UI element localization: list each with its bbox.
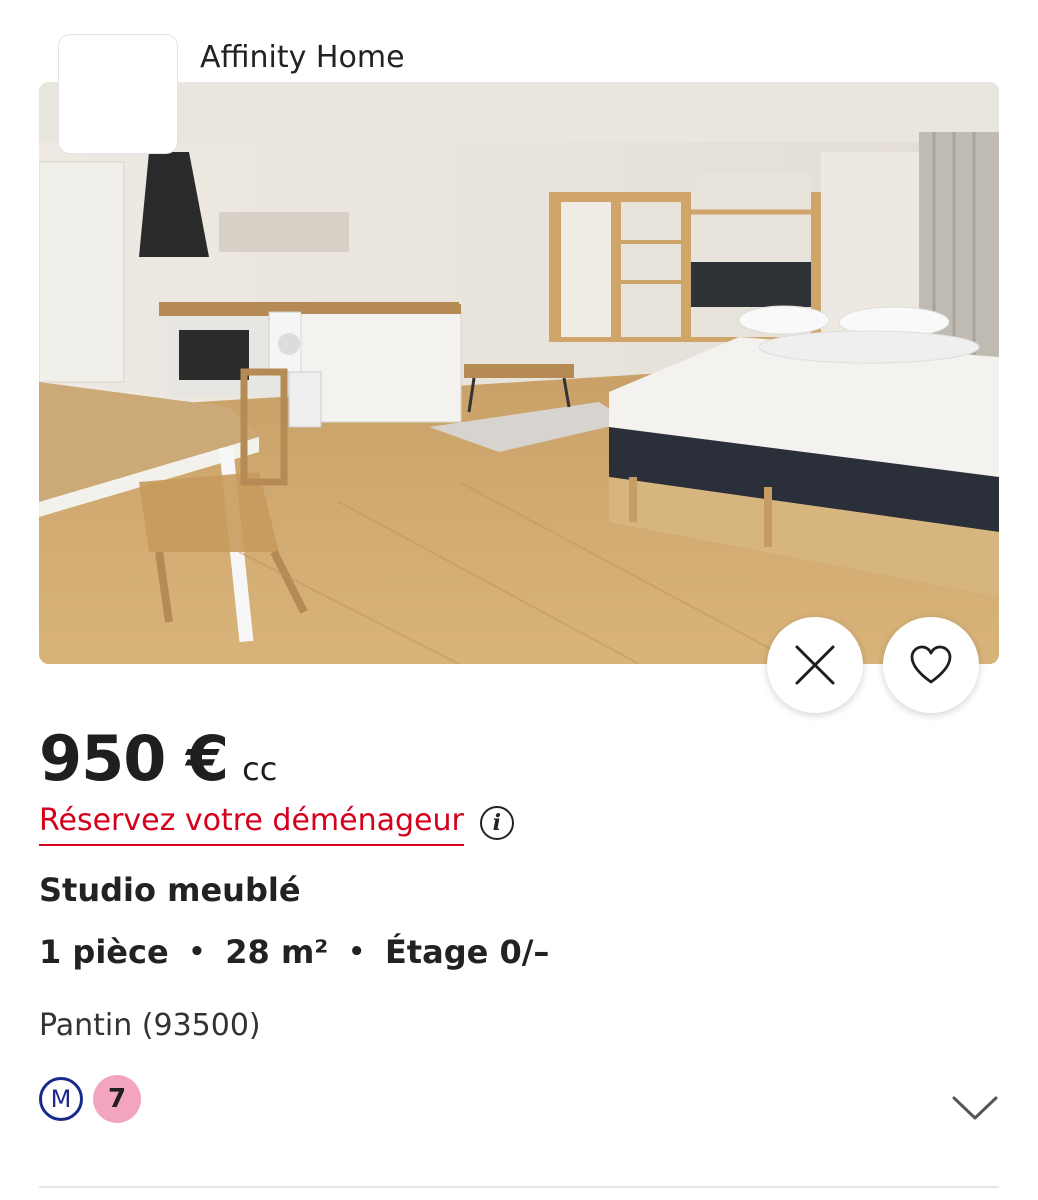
info-icon[interactable]: i	[479, 806, 514, 840]
close-icon	[795, 645, 835, 685]
feature-separator: •	[188, 937, 206, 967]
dismiss-button[interactable]	[767, 617, 863, 713]
chevron-down-icon[interactable]	[950, 1088, 1000, 1124]
feature-separator: •	[348, 937, 365, 967]
feature-floor: Étage 0/–	[384, 933, 550, 971]
book-mover-link[interactable]: Réservez votre déménageur	[39, 800, 464, 846]
transport-lines: M 7	[39, 1075, 141, 1123]
listing-title: Studio meublé	[39, 871, 301, 909]
heart-icon	[910, 645, 952, 684]
listing-photo[interactable]	[39, 82, 999, 664]
listing-location: Pantin (93500)	[39, 1008, 261, 1043]
agency-name: Affinity Home	[200, 40, 405, 75]
divider	[39, 1186, 999, 1188]
listing-features: 1 pièce • 28 m² • Étage 0/–	[39, 930, 549, 974]
mover-row: Réservez votre déménageur i	[39, 800, 514, 846]
listing-card[interactable]: Affinity Home 950 € cc Réservez votre dé…	[0, 0, 1038, 1200]
price-row: 950 € cc	[39, 722, 277, 795]
price-suffix: cc	[242, 750, 278, 788]
favorite-button[interactable]	[883, 617, 979, 713]
metro-line-badge: 7	[93, 1075, 141, 1123]
metro-icon: M	[39, 1077, 83, 1121]
feature-area: 28 m²	[225, 933, 329, 971]
price: 950 €	[39, 722, 229, 795]
apartment-photo	[39, 82, 999, 664]
feature-rooms: 1 pièce	[39, 933, 169, 971]
agency-logo	[58, 34, 178, 154]
